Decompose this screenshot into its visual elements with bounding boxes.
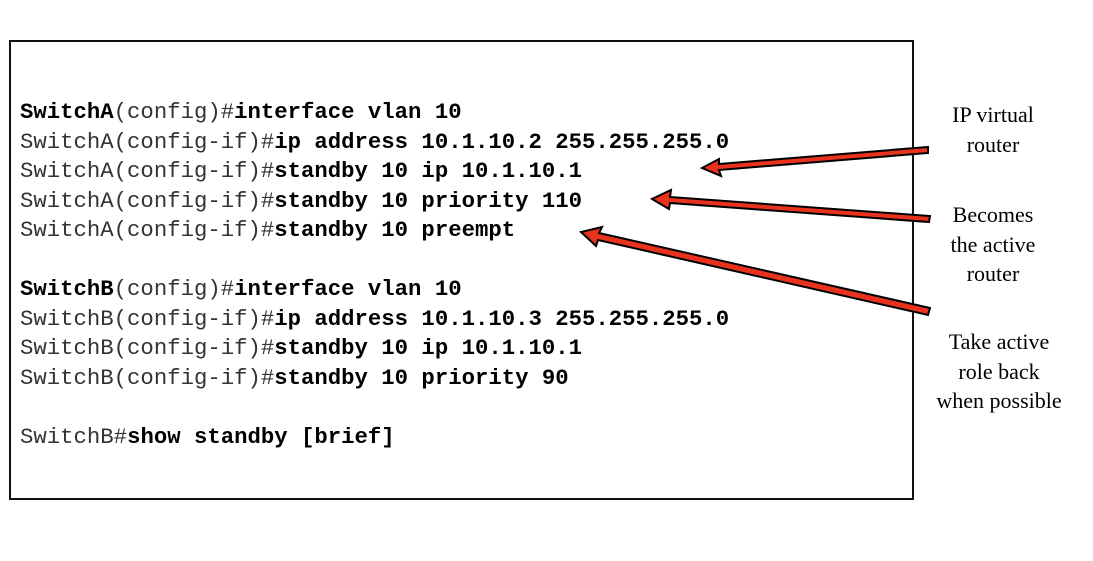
callout-arrows xyxy=(578,145,932,317)
callout-arrow xyxy=(578,225,932,317)
callout-arrow xyxy=(699,145,929,178)
callout-arrow xyxy=(649,188,932,224)
